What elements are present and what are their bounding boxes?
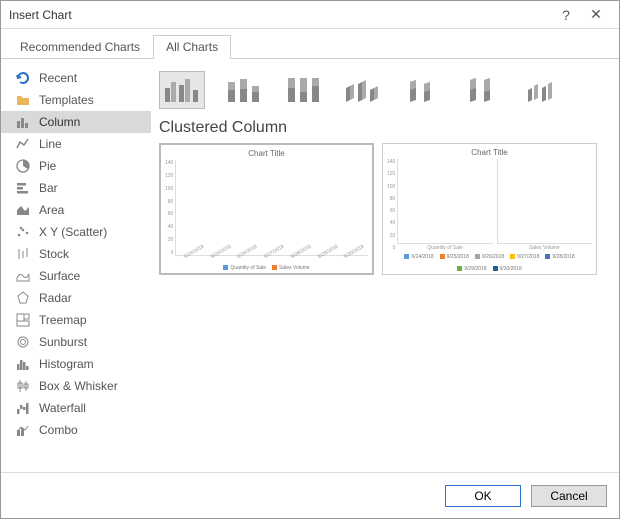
sidebar-item-scatter[interactable]: X Y (Scatter) — [1, 221, 151, 243]
preview-plot: 140120100806040200 Quantity of Sale Sale… — [387, 159, 592, 251]
subtype-stacked-column[interactable] — [219, 71, 265, 109]
sidebar-item-surface[interactable]: Surface — [1, 265, 151, 287]
sidebar-item-treemap[interactable]: Treemap — [1, 309, 151, 331]
subtype-row — [159, 69, 607, 119]
sidebar-item-label: Histogram — [39, 357, 94, 371]
sidebar-item-label: Templates — [39, 93, 94, 107]
sidebar-item-waterfall[interactable]: Waterfall — [1, 397, 151, 419]
sidebar-item-line[interactable]: Line — [1, 133, 151, 155]
ok-button[interactable]: OK — [445, 485, 521, 507]
subtype-100-stacked-column[interactable] — [279, 71, 325, 109]
sidebar-item-sunburst[interactable]: Sunburst — [1, 331, 151, 353]
sunburst-icon — [15, 334, 31, 350]
subtype-3d-column[interactable] — [519, 71, 565, 109]
chart-type-name: Clustered Column — [159, 119, 607, 137]
sidebar-item-label: Treemap — [39, 313, 87, 327]
main-panel: Clustered Column Chart Title 14012010080… — [151, 59, 619, 472]
close-button[interactable]: ✕ — [581, 6, 611, 23]
line-icon — [15, 136, 31, 152]
bars-area — [397, 159, 492, 244]
sidebar-item-label: Box & Whisker — [39, 379, 118, 393]
preview-row: Chart Title 140120100806040200 9/24/2018… — [159, 143, 607, 275]
column-icon — [15, 114, 31, 130]
chart-category-list: Recent Templates Column Line Pie Bar — [1, 59, 151, 472]
histogram-icon — [15, 356, 31, 372]
preview-plot: 140120100806040200 — [165, 160, 368, 256]
bars-area — [175, 160, 368, 256]
box-whisker-icon — [15, 378, 31, 394]
surface-icon — [15, 268, 31, 284]
sidebar-item-templates[interactable]: Templates — [1, 89, 151, 111]
sidebar-item-pie[interactable]: Pie — [1, 155, 151, 177]
chart-preview-2[interactable]: Chart Title 140120100806040200 Quantity … — [382, 143, 597, 275]
waterfall-icon — [15, 400, 31, 416]
titlebar: Insert Chart ? ✕ — [1, 1, 619, 29]
subtype-3d-100-stacked-column[interactable] — [459, 71, 505, 109]
sidebar-item-label: Line — [39, 137, 62, 151]
sidebar-item-label: Combo — [39, 423, 78, 437]
sidebar-item-label: Sunburst — [39, 335, 87, 349]
templates-icon — [15, 92, 31, 108]
sidebar-item-recent[interactable]: Recent — [1, 67, 151, 89]
bar-icon — [15, 180, 31, 196]
radar-icon — [15, 290, 31, 306]
subtype-clustered-column[interactable] — [159, 71, 205, 109]
sidebar-item-label: Pie — [39, 159, 56, 173]
sidebar-item-bar[interactable]: Bar — [1, 177, 151, 199]
tab-all-charts[interactable]: All Charts — [153, 35, 231, 59]
subtype-3d-stacked-column[interactable] — [399, 71, 445, 109]
sidebar-item-label: Column — [39, 115, 80, 129]
sidebar-item-box-whisker[interactable]: Box & Whisker — [1, 375, 151, 397]
y-axis: 140120100806040200 — [165, 160, 175, 256]
sidebar-item-area[interactable]: Area — [1, 199, 151, 221]
pie-icon — [15, 158, 31, 174]
scatter-icon — [15, 224, 31, 240]
cancel-button[interactable]: Cancel — [531, 485, 607, 507]
dialog-footer: OK Cancel — [1, 472, 619, 518]
chart-preview-1[interactable]: Chart Title 140120100806040200 9/24/2018… — [159, 143, 374, 275]
bars-area — [497, 159, 592, 244]
recent-icon — [15, 70, 31, 86]
sidebar-item-label: Bar — [39, 181, 58, 195]
sidebar-item-label: Area — [39, 203, 64, 217]
sidebar-item-histogram[interactable]: Histogram — [1, 353, 151, 375]
sidebar-item-column[interactable]: Column — [1, 111, 151, 133]
stock-icon — [15, 246, 31, 262]
preview-title: Chart Title — [165, 149, 368, 158]
sidebar-item-radar[interactable]: Radar — [1, 287, 151, 309]
combo-icon — [15, 422, 31, 438]
dialog-title: Insert Chart — [9, 8, 551, 22]
help-button[interactable]: ? — [551, 7, 581, 23]
sidebar-item-label: Surface — [39, 269, 80, 283]
y-axis: 140120100806040200 — [387, 159, 397, 251]
sidebar-item-label: Radar — [39, 291, 72, 305]
sidebar-item-label: Stock — [39, 247, 69, 261]
insert-chart-dialog: Insert Chart ? ✕ Recommended Charts All … — [0, 0, 620, 519]
area-icon — [15, 202, 31, 218]
dialog-body: Recent Templates Column Line Pie Bar — [1, 59, 619, 472]
treemap-icon — [15, 312, 31, 328]
legend: Quantity of Sale Sales Volume — [165, 262, 368, 271]
sidebar-item-label: Recent — [39, 71, 77, 85]
sidebar-item-label: Waterfall — [39, 401, 86, 415]
preview-title: Chart Title — [387, 148, 592, 157]
subtype-3d-clustered-column[interactable] — [339, 71, 385, 109]
sidebar-item-stock[interactable]: Stock — [1, 243, 151, 265]
tab-bar: Recommended Charts All Charts — [1, 29, 619, 59]
tab-recommended[interactable]: Recommended Charts — [7, 35, 153, 58]
sidebar-item-combo[interactable]: Combo — [1, 419, 151, 441]
legend: 9/24/2018 9/25/2018 9/26/2018 9/27/2018 … — [387, 251, 592, 272]
sidebar-item-label: X Y (Scatter) — [39, 225, 107, 239]
